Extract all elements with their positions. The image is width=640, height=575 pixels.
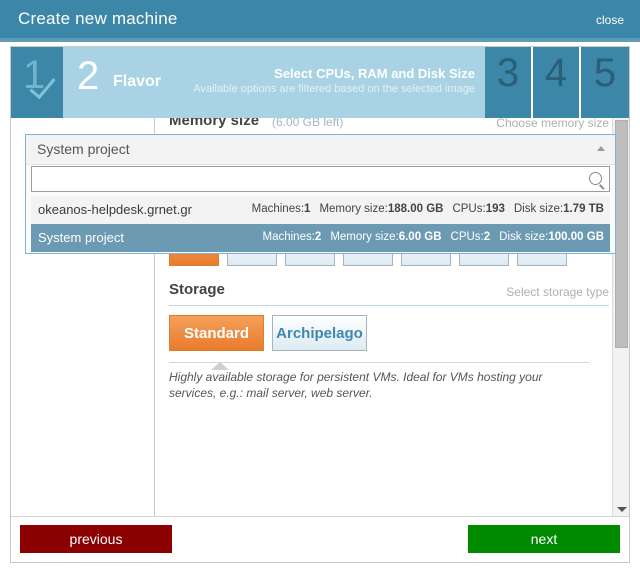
project-dropdown[interactable]: System project okeanos-helpdesk.grnet.gr… xyxy=(25,134,616,254)
memory-value: 6.00 GB xyxy=(398,231,442,243)
step-2-desc-line1: Select CPUs, RAM and Disk Size xyxy=(274,66,475,81)
project-option-name: okeanos-helpdesk.grnet.gr xyxy=(38,202,192,217)
memory-label: Memory size: xyxy=(319,203,388,215)
step-4-number: 4 xyxy=(544,51,568,95)
storage-option-standard[interactable]: Standard xyxy=(169,315,264,351)
triangle-up-icon xyxy=(211,362,229,370)
previous-button[interactable]: previous xyxy=(20,525,172,553)
cpus-value: 2 xyxy=(483,231,491,243)
project-option-stats: Machines:2 Memory size:6.00 GB CPUs:2 Disk … xyxy=(263,231,605,243)
wizard-panel: 1 2 Flavor Select CPUs, RAM and Disk Siz… xyxy=(10,46,630,563)
close-button[interactable]: close xyxy=(596,13,624,27)
disk-value: 1.79 TB xyxy=(563,203,604,215)
cpus-label: CPUs: xyxy=(452,203,486,215)
project-search-box[interactable] xyxy=(31,166,610,192)
disk-label: Disk size: xyxy=(513,203,564,215)
cpus-label: CPUs: xyxy=(450,231,484,243)
storage-hint: Select storage type xyxy=(506,285,609,299)
storage-options: Standard Archipelago xyxy=(169,306,609,351)
memory-size-title: Memory size xyxy=(169,118,260,129)
dialog-titlebar: Create new machine close xyxy=(0,0,640,38)
wizard-step-4[interactable]: 4 xyxy=(533,47,581,118)
wizard-step-5[interactable]: 5 xyxy=(581,47,629,118)
titlebar-underline xyxy=(0,38,640,42)
disk-label: Disk size: xyxy=(499,231,549,243)
project-option-row-selected[interactable]: System project Machines:2 Memory size:6.0… xyxy=(31,224,610,252)
step-2-label: Flavor xyxy=(113,73,162,90)
machines-label: Machines: xyxy=(262,231,315,243)
storage-title: Storage xyxy=(169,281,225,298)
search-icon xyxy=(589,172,602,185)
wizard-steps: 1 2 Flavor Select CPUs, RAM and Disk Siz… xyxy=(11,47,629,118)
project-option-row[interactable]: okeanos-helpdesk.grnet.gr Machines:1 Memo… xyxy=(31,196,610,224)
machines-value: 2 xyxy=(314,231,322,243)
disk-value: 100.00 GB xyxy=(548,231,604,243)
project-search-input[interactable] xyxy=(38,170,582,190)
storage-description-divider xyxy=(169,362,589,370)
chevron-up-icon xyxy=(597,146,605,151)
storage-header: Storage Select storage type xyxy=(169,279,609,306)
memory-size-hint: Choose memory size xyxy=(496,118,609,130)
next-button[interactable]: next xyxy=(468,525,620,553)
project-option-name: System project xyxy=(38,230,124,245)
scrollbar-thumb[interactable] xyxy=(615,120,628,348)
memory-size-left: (6.00 GB left) xyxy=(272,118,344,129)
machines-label: Machines: xyxy=(251,203,305,215)
wizard-step-2-flavor[interactable]: 2 Flavor Select CPUs, RAM and Disk Size … xyxy=(63,47,485,118)
memory-label: Memory size: xyxy=(330,231,399,243)
cpus-value: 193 xyxy=(485,203,505,215)
memory-value: 188.00 GB xyxy=(387,203,444,215)
wizard-step-1[interactable]: 1 xyxy=(11,47,63,118)
machines-value: 1 xyxy=(304,203,311,215)
project-dropdown-selected-label: System project xyxy=(37,141,130,157)
project-dropdown-toggle[interactable]: System project xyxy=(26,135,615,165)
chevron-down-icon xyxy=(616,507,627,512)
project-option-stats: Machines:1 Memory size:188.00 GB CPUs:193 D… xyxy=(252,203,604,215)
storage-description: Highly available storage for persistent … xyxy=(169,370,543,400)
storage-section: Storage Select storage type Standard Arc… xyxy=(169,279,609,401)
step-5-number: 5 xyxy=(593,51,617,95)
step-3-number: 3 xyxy=(496,51,520,95)
step-2-description: Select CPUs, RAM and Disk Size Available… xyxy=(193,65,475,97)
wizard-step-3[interactable]: 3 xyxy=(485,47,533,118)
dialog-title: Create new machine xyxy=(18,9,178,28)
step-2-number: 2 xyxy=(77,54,100,98)
wizard-footer: previous next xyxy=(11,516,629,562)
storage-option-archipelago[interactable]: Archipelago xyxy=(272,315,367,351)
step-2-desc-line2: Available options are filtered based on … xyxy=(193,83,475,95)
